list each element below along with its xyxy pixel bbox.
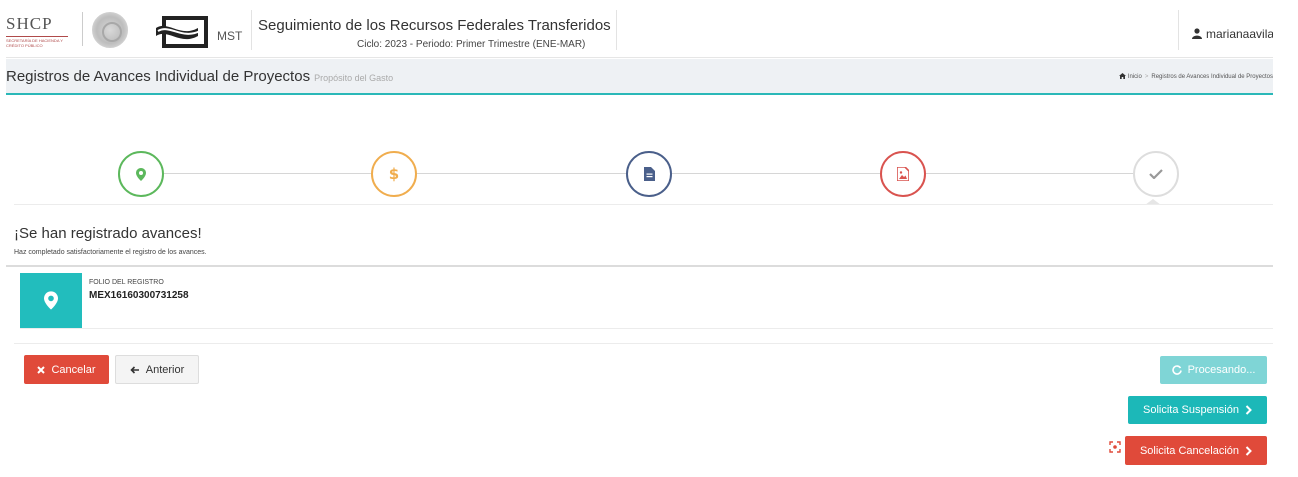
close-icon [37,365,46,374]
wizard-step-5[interactable] [1133,151,1179,197]
request-cancellation-label: Solicita Cancelación [1139,444,1240,457]
folio-value: MEX16160300731258 [89,290,189,301]
divider [14,343,1273,344]
chevron-right-icon [1245,445,1252,456]
home-icon [1119,73,1127,79]
top-header: SHCP SECRETARÍA DE HACIENDA Y CRÉDITO PÚ… [6,0,1273,58]
breadcrumb-separator: > [1144,74,1149,80]
previous-button[interactable]: Anterior [115,355,199,384]
spinner-icon [1171,365,1182,375]
success-title: ¡Se han registrado avances! [14,225,202,242]
dollar-icon: $ [388,165,400,183]
document-icon [643,167,655,181]
processing-button[interactable]: Procesando... [1160,356,1267,384]
breadcrumb-current: Registros de Avances Individual de Proye… [1151,74,1273,80]
mst-logo-icon [156,16,208,48]
divider [14,204,1273,205]
shcp-logo-text: SHCP [6,14,53,33]
app-frame: SHCP SECRETARÍA DE HACIENDA Y CRÉDITO PÚ… [6,0,1273,477]
folio-label: FOLIO DEL REGISTRO [89,279,164,286]
shcp-logo-subtext: SECRETARÍA DE HACIENDA Y CRÉDITO PÚBLICO [6,36,68,48]
divider [20,328,1273,329]
breadcrumb: Inicio > Registros de Avances Individual d… [1119,73,1273,80]
map-marker-icon [44,291,58,310]
check-icon [1149,169,1163,179]
request-suspension-label: Solicita Suspensión [1142,404,1239,416]
app-abbrev: MST [217,29,243,43]
divider [82,12,83,46]
image-icon [897,167,909,181]
map-marker-icon [136,167,146,181]
request-cancellation-button[interactable]: Solicita Cancelación [1125,436,1267,465]
arrow-left-icon [130,365,139,374]
user-name: marianaavila [1206,27,1273,41]
page-header: Registros de Avances Individual de Proye… [6,59,1273,95]
divider [251,10,252,50]
user-menu[interactable]: marianaavila [1192,27,1273,41]
wizard-step-4[interactable] [880,151,926,197]
national-seal-icon [92,12,128,48]
processing-button-label: Procesando... [1187,364,1256,376]
loading-icon [1109,441,1121,453]
divider [616,10,617,50]
cancel-button[interactable]: Cancelar [24,355,109,384]
divider [6,265,1273,267]
divider [1178,10,1179,50]
user-icon [1192,28,1202,39]
system-subtitle: Ciclo: 2023 - Periodo: Primer Trimestre … [357,39,586,50]
breadcrumb-home[interactable]: Inicio [1128,74,1142,80]
cancel-button-label: Cancelar [51,363,96,376]
chevron-right-icon [1245,405,1252,415]
shcp-logo: SHCP SECRETARÍA DE HACIENDA Y CRÉDITO PÚ… [6,14,76,48]
request-suspension-button[interactable]: Solicita Suspensión [1128,396,1267,424]
wizard-step-2[interactable]: $ [371,151,417,197]
page-subtitle: Propósito del Gasto [314,73,394,83]
wizard-step-1[interactable] [118,151,164,197]
page-title: Registros de Avances Individual de Proye… [6,68,393,85]
success-message: Haz completado satisfactoriamente el reg… [14,249,207,256]
system-title: Seguimiento de los Recursos Federales Tr… [258,17,611,34]
folio-icon-box [20,273,82,328]
wizard-step-3[interactable] [626,151,672,197]
previous-button-label: Anterior [145,363,185,376]
page-title-text: Registros de Avances Individual de Proye… [6,68,311,85]
